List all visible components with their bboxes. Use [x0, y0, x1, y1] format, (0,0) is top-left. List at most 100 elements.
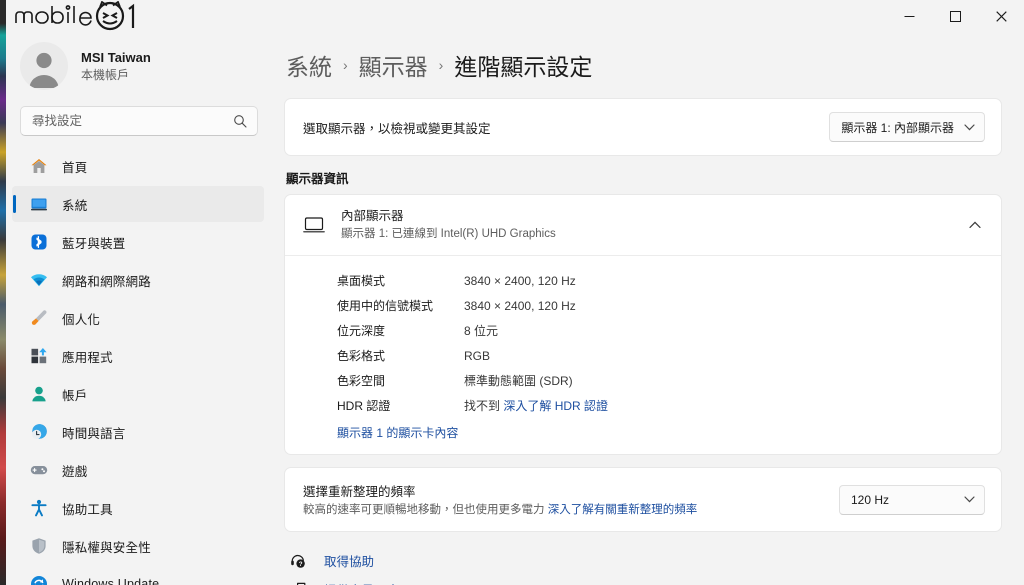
detail-key: 桌面模式 — [337, 274, 386, 288]
table-row: 色彩空間 標準動態範圍 (SDR) — [337, 369, 608, 394]
display-detail-table: 桌面模式 3840 × 2400, 120 Hz 使用中的信號模式 3840 ×… — [337, 269, 608, 419]
settings-window-root: MSI Taiwan 本機帳戶 尋找設定 首頁 系統 藍牙與裝置 網路和網際網路… — [0, 0, 1024, 585]
detail-key: 使用中的信號模式 — [337, 299, 434, 313]
content-pane: 系統 › 顯示器 › 進階顯示設定 選取顯示器，以檢視或變更其設定 顯示器 1:… — [272, 34, 1024, 585]
display-adapter-properties-link[interactable]: 顯示器 1 的顯示卡內容 — [337, 424, 458, 441]
accessibility-icon — [30, 499, 48, 517]
get-help-label[interactable]: 取得協助 — [324, 551, 374, 570]
sidebar-item-label: 協助工具 — [62, 502, 113, 517]
detail-value: RGB — [464, 349, 491, 363]
sidebar: MSI Taiwan 本機帳戶 尋找設定 首頁 系統 藍牙與裝置 網路和網際網路… — [6, 34, 272, 585]
sidebar-item-windows-update[interactable]: Windows Update — [12, 566, 264, 585]
clock-icon — [30, 423, 48, 441]
hdr-value: 找不到 — [464, 399, 501, 413]
search-input[interactable] — [21, 114, 233, 128]
sidebar-item-accounts[interactable]: 帳戶 — [12, 376, 264, 412]
display-title: 內部顯示器 — [341, 209, 404, 223]
chevron-right-icon: › — [343, 57, 348, 73]
title-bar — [6, 0, 1024, 34]
window-controls — [886, 0, 1024, 32]
sidebar-item-system[interactable]: 系統 — [12, 186, 264, 222]
brush-icon — [30, 309, 48, 327]
detail-value: 標準動態範圍 (SDR) — [464, 374, 573, 388]
desktop-wallpaper-edge — [0, 0, 6, 585]
sidebar-item-label: 應用程式 — [62, 350, 113, 365]
sidebar-item-label: Windows Update — [62, 577, 160, 585]
home-icon — [30, 157, 48, 175]
sidebar-item-apps[interactable]: 應用程式 — [12, 338, 264, 374]
maximize-button[interactable] — [932, 0, 978, 32]
gamepad-icon — [30, 461, 48, 479]
chevron-down-icon — [964, 496, 975, 503]
hdr-learn-more-link[interactable]: 深入了解 HDR 認證 — [503, 399, 608, 413]
select-display-card: 選取顯示器，以檢視或變更其設定 顯示器 1: 內部顯示器 — [284, 98, 1002, 156]
sidebar-item-label: 個人化 — [62, 312, 101, 327]
detail-key: 色彩空間 — [337, 374, 386, 388]
account-subtitle: 本機帳戶 — [81, 67, 130, 82]
sidebar-item-label: 隱私權與安全性 — [62, 540, 151, 555]
account-icon — [30, 385, 48, 403]
person-avatar-icon — [29, 52, 59, 88]
refresh-rate-description: 較高的速率可更順暢地移動，但也使用更多電力 深入了解有關重新整理的頻率 — [303, 503, 697, 518]
window-body: MSI Taiwan 本機帳戶 尋找設定 首頁 系統 藍牙與裝置 網路和網際網路… — [6, 34, 1024, 585]
sidebar-item-bluetooth[interactable]: 藍牙與裝置 — [12, 224, 264, 260]
sidebar-item-home[interactable]: 首頁 — [12, 148, 264, 184]
sidebar-item-privacy-security[interactable]: 隱私權與安全性 — [12, 528, 264, 564]
sidebar-item-label: 網路和網際網路 — [62, 274, 151, 289]
get-help-link[interactable]: ? 取得協助 — [288, 546, 1002, 575]
table-row: 桌面模式 3840 × 2400, 120 Hz — [337, 269, 608, 294]
breadcrumb-item-display[interactable]: 顯示器 — [359, 48, 428, 82]
settings-window: MSI Taiwan 本機帳戶 尋找設定 首頁 系統 藍牙與裝置 網路和網際網路… — [6, 0, 1024, 585]
give-feedback-link[interactable]: 提供意見反應 — [288, 575, 1002, 585]
sidebar-item-time-language[interactable]: 時間與語言 — [12, 414, 264, 450]
account-name: MSI Taiwan — [81, 49, 151, 65]
detail-value: 3840 × 2400, 120 Hz — [464, 274, 576, 288]
detail-value: 找不到 深入了解 HDR 認證 — [464, 394, 608, 419]
table-row: 使用中的信號模式 3840 × 2400, 120 Hz — [337, 294, 608, 319]
footer-links: ? 取得協助 提供意見反應 — [288, 546, 1002, 585]
give-feedback-label[interactable]: 提供意見反應 — [324, 580, 399, 585]
display-select-dropdown[interactable]: 顯示器 1: 內部顯示器 — [829, 112, 985, 142]
feedback-icon — [288, 582, 308, 585]
select-display-label: 選取顯示器，以檢視或變更其設定 — [303, 121, 491, 136]
svg-text:?: ? — [299, 561, 303, 568]
sidebar-item-gaming[interactable]: 遊戲 — [12, 452, 264, 488]
sidebar-item-label: 遊戲 — [62, 464, 88, 479]
avatar — [20, 42, 68, 90]
detail-value: 3840 × 2400, 120 Hz — [464, 299, 576, 313]
search-box[interactable] — [20, 106, 258, 136]
close-button[interactable] — [978, 0, 1024, 32]
detail-key: 色彩格式 — [337, 349, 386, 363]
minimize-button[interactable] — [886, 0, 932, 32]
detail-key: 位元深度 — [337, 324, 386, 338]
sidebar-item-personalization[interactable]: 個人化 — [12, 300, 264, 336]
sidebar-item-label: 帳戶 — [62, 388, 88, 403]
refresh-rate-label: 選擇重新整理的頻率 — [303, 485, 416, 499]
chevron-up-icon[interactable] — [969, 221, 985, 229]
sidebar-item-accessibility[interactable]: 協助工具 — [12, 490, 264, 526]
refresh-rate-learn-more-link[interactable]: 深入了解有關重新整理的頻率 — [548, 504, 698, 516]
sidebar-item-label: 首頁 — [62, 160, 88, 175]
page-title: 進階顯示設定 — [454, 54, 593, 80]
bluetooth-icon — [30, 233, 48, 251]
display-info-body: 桌面模式 3840 × 2400, 120 Hz 使用中的信號模式 3840 ×… — [285, 256, 1001, 454]
chevron-down-icon — [964, 123, 975, 131]
refresh-rate-dropdown[interactable]: 120 Hz — [839, 484, 985, 515]
breadcrumb-item-system[interactable]: 系統 — [286, 48, 332, 82]
sidebar-item-network[interactable]: 網路和網際網路 — [12, 262, 264, 298]
update-icon — [30, 575, 48, 585]
refresh-rate-description-text: 較高的速率可更順暢地移動，但也使用更多電力 — [303, 504, 545, 516]
table-row: 色彩格式 RGB — [337, 344, 608, 369]
help-icon: ? — [288, 553, 308, 569]
wifi-icon — [30, 271, 48, 289]
breadcrumb: 系統 › 顯示器 › 進階顯示設定 — [286, 34, 1002, 98]
refresh-rate-value: 120 Hz — [851, 492, 890, 507]
display-info-header[interactable]: 內部顯示器 顯示器 1: 已連線到 Intel(R) UHD Graphics — [285, 195, 1001, 256]
detail-key: HDR 認證 — [337, 399, 391, 413]
monitor-icon — [303, 216, 325, 234]
account-block[interactable]: MSI Taiwan 本機帳戶 — [6, 34, 272, 102]
chevron-right-icon: › — [438, 57, 444, 73]
display-info-card: 內部顯示器 顯示器 1: 已連線到 Intel(R) UHD Graphics … — [284, 194, 1002, 455]
refresh-rate-card: 選擇重新整理的頻率 較高的速率可更順暢地移動，但也使用更多電力 深入了解有關重新… — [284, 467, 1002, 532]
display-subtitle: 顯示器 1: 已連線到 Intel(R) UHD Graphics — [341, 228, 556, 240]
